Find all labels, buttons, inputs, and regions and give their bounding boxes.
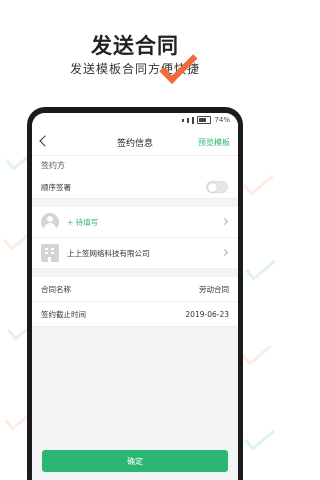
- order-signing-toggle[interactable]: [206, 181, 228, 193]
- signer-row-pending[interactable]: + 待填写: [32, 207, 238, 238]
- company-icon: [41, 244, 59, 262]
- contract-name-row[interactable]: 合同名称 劳动合同: [32, 277, 238, 302]
- phone-frame: 74% 签约信息 预览模板 签约方 顺序签署 + 待填写 上上签网络科技有限公司…: [27, 107, 243, 480]
- preview-template-link[interactable]: 预览模板: [198, 137, 230, 148]
- signer-name: + 待填写: [67, 217, 99, 227]
- status-indicators: 74%: [182, 116, 230, 124]
- section-gap: [32, 199, 238, 207]
- chevron-left-icon[interactable]: [39, 135, 51, 147]
- page-title: 签约信息: [116, 138, 153, 149]
- signer-name: 上上签网络科技有限公司: [67, 248, 150, 258]
- background-check-icon: [243, 167, 274, 196]
- status-bar: 74%: [32, 113, 238, 129]
- toggle-knob: [208, 182, 217, 192]
- order-signing-label: 顺序签署: [41, 182, 71, 192]
- signal-icon: [187, 117, 190, 123]
- signer-row-company[interactable]: 上上签网络科技有限公司: [32, 238, 238, 269]
- background-check-icon: [245, 252, 276, 281]
- confirm-button[interactable]: 确定: [42, 450, 228, 472]
- chevron-right-icon: [220, 217, 229, 226]
- battery-level: 74%: [214, 116, 230, 124]
- background-check-icon: [244, 422, 275, 451]
- signal-icon: [192, 116, 195, 124]
- contract-name-label: 合同名称: [41, 284, 71, 294]
- deadline-row[interactable]: 签约截止时间 2019-06-23: [32, 302, 238, 327]
- signers-section-label: 签约方: [32, 156, 238, 176]
- phone-screen: 74% 签约信息 预览模板 签约方 顺序签署 + 待填写 上上签网络科技有限公司…: [32, 113, 238, 480]
- background-check-icon: [241, 337, 272, 366]
- user-avatar-icon: [41, 213, 59, 231]
- contract-name-value: 劳动合同: [199, 284, 229, 294]
- promo-subtitle: 发送模板合同方便快捷: [69, 62, 200, 76]
- deadline-label: 签约截止时间: [41, 309, 86, 319]
- promo-title: 发送合同: [91, 34, 179, 58]
- chevron-right-icon: [220, 248, 229, 257]
- battery-icon: [197, 116, 212, 124]
- nav-bar: 签约信息 预览模板: [32, 129, 238, 156]
- signal-icon: [182, 118, 185, 122]
- deadline-value: 2019-06-23: [185, 309, 229, 319]
- order-signing-row: 顺序签署: [32, 176, 238, 199]
- section-gap: [32, 269, 238, 277]
